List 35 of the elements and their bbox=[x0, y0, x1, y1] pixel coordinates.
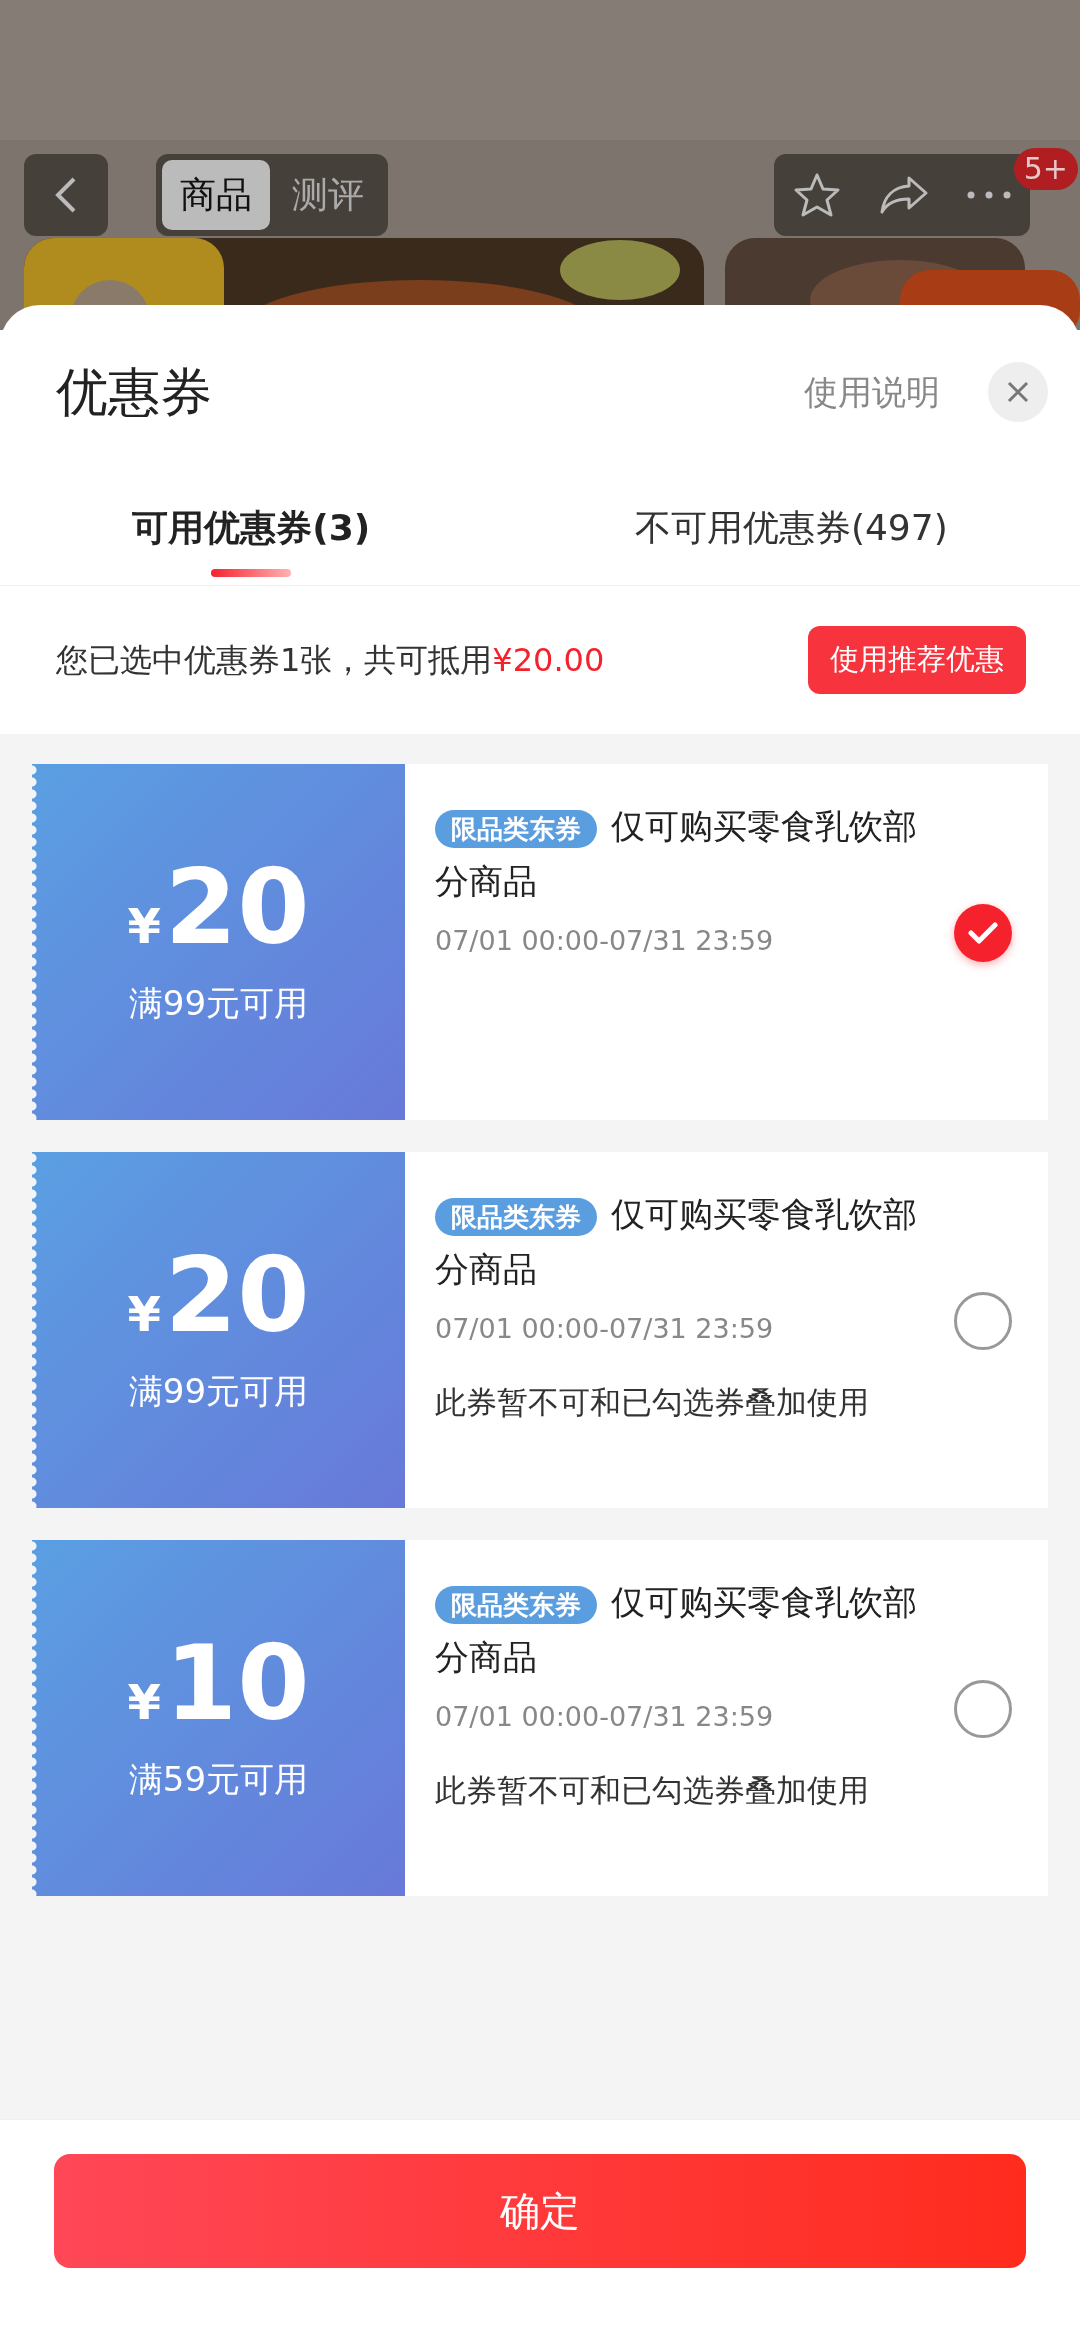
select-checkbox[interactable] bbox=[954, 1291, 1012, 1350]
coupon-amount: 20 bbox=[164, 854, 310, 959]
coupon-tab[interactable]: 可用优惠券(3) bbox=[132, 501, 371, 577]
validity-period: 07/01 00:00-07/31 23:59 bbox=[435, 1311, 775, 1346]
share-icon[interactable] bbox=[879, 175, 929, 215]
help-link[interactable]: 使用说明 bbox=[804, 366, 940, 418]
validity-period: 07/01 00:00-07/31 23:59 bbox=[435, 1699, 775, 1734]
page-tab[interactable]: 测评 bbox=[274, 160, 382, 230]
coupon-condition: 满59元可用 bbox=[128, 1757, 309, 1801]
sheet-title: 优惠券 bbox=[56, 361, 212, 424]
currency-symbol: ¥ bbox=[127, 896, 161, 956]
select-checkbox[interactable] bbox=[954, 1679, 1012, 1738]
coupon-condition: 满99元可用 bbox=[128, 981, 309, 1025]
coupon-amount: 10 bbox=[164, 1630, 310, 1735]
selection-summary: 您已选中优惠券1张，共可抵用¥20.00 bbox=[56, 639, 605, 681]
coupon-title: 限品类东券 仅可购买零食乳饮部分商品 bbox=[435, 1192, 918, 1291]
back-button[interactable] bbox=[24, 154, 108, 236]
recommend-button[interactable]: 使用推荐优惠 bbox=[808, 626, 1026, 694]
currency-symbol: ¥ bbox=[127, 1284, 161, 1344]
currency-symbol: ¥ bbox=[127, 1672, 161, 1732]
coupon-title: 限品类东券 仅可购买零食乳饮部分商品 bbox=[435, 1580, 918, 1679]
star-icon[interactable] bbox=[793, 172, 841, 218]
select-checkbox[interactable] bbox=[954, 903, 1012, 962]
checkmark-icon bbox=[968, 921, 998, 944]
coupon-note: 此券暂不可和已勾选券叠加使用 bbox=[435, 1383, 870, 1422]
close-icon bbox=[1006, 380, 1030, 404]
coupon-title: 限品类东券 仅可购买零食乳饮部分商品 bbox=[435, 804, 918, 903]
coupon-note: 此券暂不可和已勾选券叠加使用 bbox=[435, 1771, 870, 1810]
coupon-tab[interactable]: 不可用优惠券(497) bbox=[634, 501, 948, 577]
validity-period: 07/01 00:00-07/31 23:59 bbox=[435, 923, 775, 958]
more-icon[interactable] bbox=[967, 191, 1011, 199]
coupon-condition: 满99元可用 bbox=[128, 1369, 309, 1413]
page-tab[interactable]: 商品 bbox=[162, 160, 270, 230]
coupon-amount: 20 bbox=[164, 1242, 310, 1347]
confirm-button[interactable]: 确定 bbox=[54, 2154, 1026, 2268]
